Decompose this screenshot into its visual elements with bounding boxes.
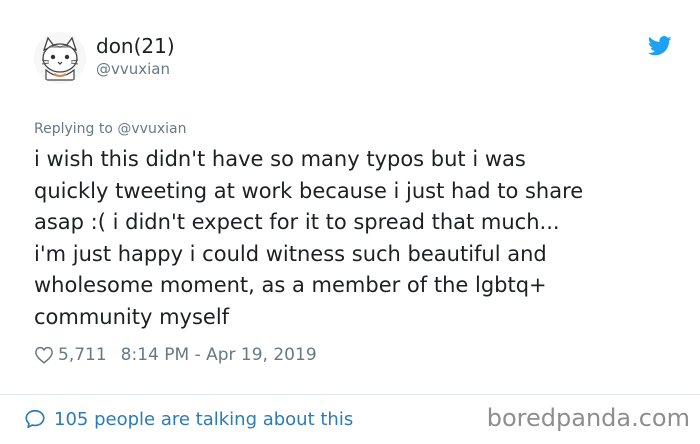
tweet-text-line: i'm just happy i could witness such beau… bbox=[34, 241, 547, 266]
talking-about-text: 105 people are talking about this bbox=[54, 408, 354, 430]
talking-about-link[interactable]: 105 people are talking about this bbox=[24, 408, 353, 430]
avatar[interactable] bbox=[34, 32, 86, 84]
reply-mention-link[interactable]: @vvuxian bbox=[117, 121, 186, 137]
tweet-text-line: asap :( i didn't expect for it to spread… bbox=[34, 210, 560, 234]
tweet-timestamp[interactable]: 8:14 PM - Apr 19, 2019 bbox=[121, 345, 317, 365]
tweet-text-line: quickly tweeting at work because i just … bbox=[34, 178, 584, 203]
cat-drawing-avatar-icon bbox=[34, 32, 86, 84]
user-handle[interactable]: @vvuxian bbox=[96, 60, 170, 78]
tweet-text-line: i wish this didn't have so many typos bu… bbox=[34, 147, 526, 171]
tweet-meta: 5,711 8:14 PM - Apr 19, 2019 bbox=[34, 344, 317, 366]
boredpanda-watermark: boredpanda.com bbox=[486, 404, 690, 432]
speech-bubble-icon bbox=[25, 409, 45, 429]
like-count[interactable]: 5,711 bbox=[58, 345, 107, 365]
tweet-text-line: community myself bbox=[34, 304, 230, 329]
tweet-header: don(21) @vvuxian bbox=[34, 30, 674, 90]
reply-prefix: Replying to bbox=[34, 121, 113, 137]
tweet-text-line: wholesome moment, as a member of the lgb… bbox=[34, 273, 547, 297]
heart-icon[interactable] bbox=[34, 346, 54, 364]
tweet-text: i wish this didn't have so many typos bu… bbox=[34, 144, 674, 333]
divider bbox=[0, 394, 700, 395]
display-name[interactable]: don(21) bbox=[96, 34, 175, 58]
reply-context: Replying to @vvuxian bbox=[34, 120, 186, 138]
tweet-card: don(21) @vvuxian Replying to @vvuxian i … bbox=[0, 0, 700, 444]
twitter-bird-icon[interactable] bbox=[648, 36, 672, 56]
